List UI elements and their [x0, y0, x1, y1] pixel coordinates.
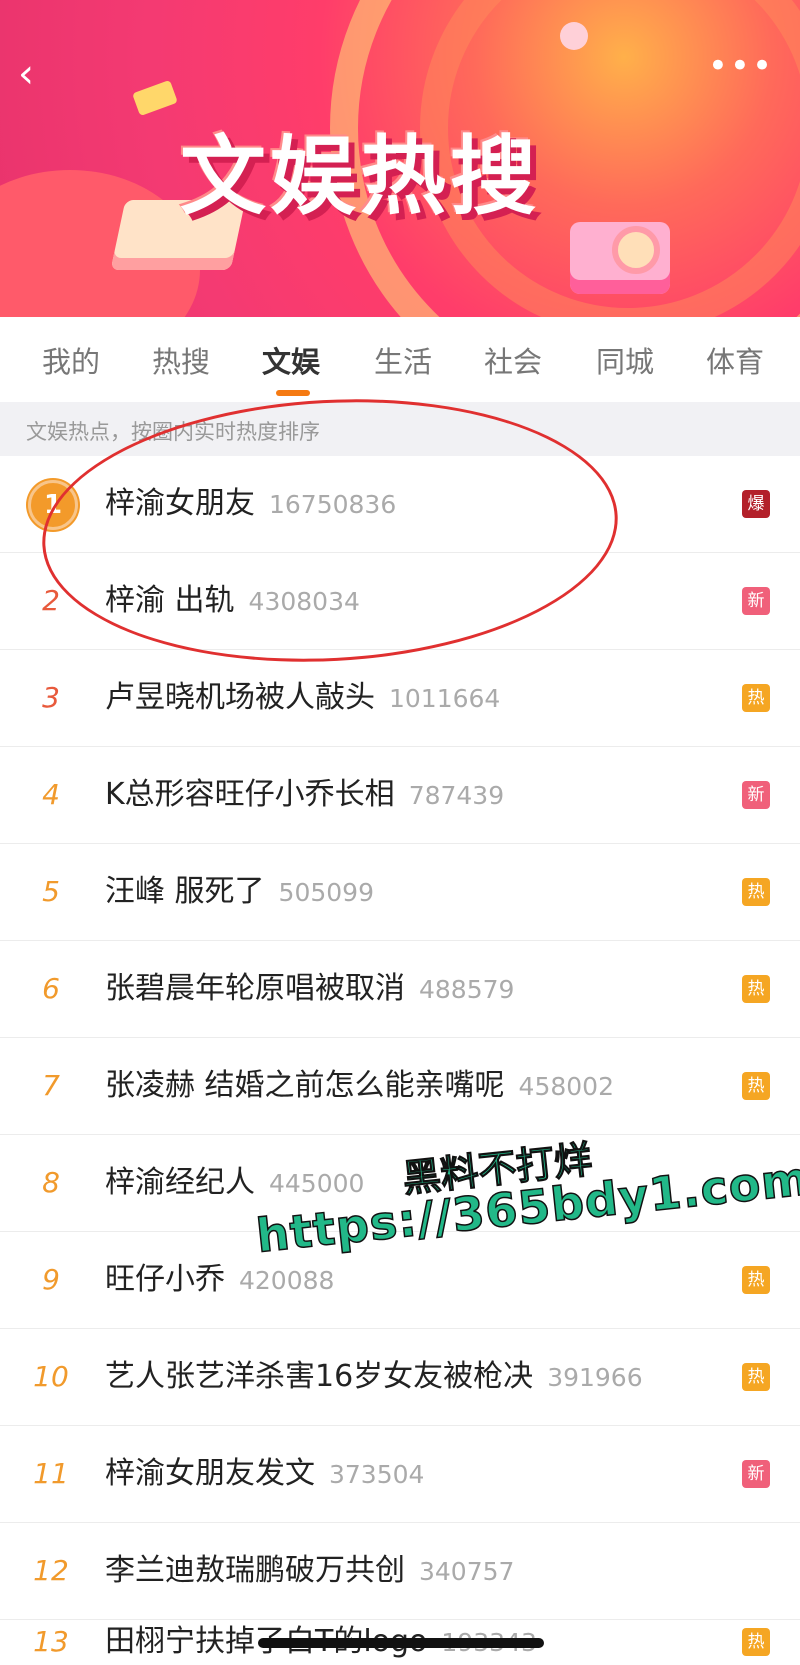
status-badge: 新	[742, 1460, 770, 1488]
list-item[interactable]: 12 李兰迪敖瑞鹏破万共创 340757	[0, 1523, 800, 1620]
status-badge: 热	[742, 684, 770, 712]
camera-lens-icon	[612, 226, 660, 274]
list-item[interactable]: 11 梓渝女朋友发文 373504 新	[0, 1426, 800, 1523]
tab-life[interactable]: 生活	[374, 339, 432, 381]
rank-number: 8	[42, 1166, 60, 1199]
tab-bar: 我的 热搜 文娱 生活 社会 同城 体育	[0, 317, 800, 401]
list-item[interactable]: 1 梓渝女朋友 16750836 爆	[0, 456, 800, 553]
rank-number: 3	[42, 681, 60, 714]
heat-count: 340757	[419, 1557, 515, 1586]
tab-society[interactable]: 社会	[484, 339, 542, 381]
topic-title: 张碧晨年轮原唱被取消	[105, 971, 405, 1006]
status-badge: 热	[742, 975, 770, 1003]
topic-title: 汪峰 服死了	[105, 874, 265, 909]
status-badge: 新	[742, 781, 770, 809]
back-icon[interactable]: ‹	[18, 52, 58, 96]
rank-number: 7	[42, 1069, 60, 1102]
rank-number: 5	[42, 875, 60, 908]
list-item[interactable]: 7 张凌赫 结婚之前怎么能亲嘴呢 458002 热	[0, 1038, 800, 1135]
status-badge: 热	[742, 1628, 770, 1656]
heat-count: 420088	[239, 1266, 335, 1295]
rank-medal-icon: 1	[28, 480, 78, 530]
topic-title: 张凌赫 结婚之前怎么能亲嘴呢	[105, 1068, 505, 1103]
rank-number: 4	[42, 778, 60, 811]
topic-title: 梓渝女朋友	[105, 486, 255, 521]
rank-number: 11	[33, 1457, 69, 1490]
status-badge: 热	[742, 878, 770, 906]
list-description: 文娱热点，按圈内实时热度排序	[0, 402, 800, 456]
topic-title: 艺人张艺洋杀害16岁女友被枪决	[105, 1359, 534, 1394]
list-item[interactable]: 6 张碧晨年轮原唱被取消 488579 热	[0, 941, 800, 1038]
header-banner: ‹ ••• 文娱热搜	[0, 0, 800, 317]
list-item[interactable]: 5 汪峰 服死了 505099 热	[0, 844, 800, 941]
rank-number: 6	[42, 972, 60, 1005]
topic-title: 梓渝经纪人	[105, 1165, 255, 1200]
status-badge: 热	[742, 1363, 770, 1391]
rank-number: 2	[42, 584, 60, 617]
tab-mine[interactable]: 我的	[42, 339, 100, 381]
heat-count: 16750836	[269, 490, 397, 519]
rank-number: 10	[33, 1360, 69, 1393]
heat-count: 373504	[329, 1460, 425, 1489]
topic-title: K总形容旺仔小乔长相	[105, 777, 395, 812]
heat-count: 4308034	[248, 587, 360, 616]
topic-title: 梓渝 出轨	[105, 583, 235, 618]
status-badge: 新	[742, 587, 770, 615]
tab-entertainment[interactable]: 文娱	[262, 339, 320, 381]
list-item[interactable]: 10 艺人张艺洋杀害16岁女友被枪决 391966 热	[0, 1329, 800, 1426]
topic-title: 旺仔小乔	[105, 1262, 225, 1297]
heat-count: 488579	[419, 975, 515, 1004]
heat-count: 787439	[408, 781, 505, 810]
list-item[interactable]: 4 K总形容旺仔小乔长相 787439 新	[0, 747, 800, 844]
status-badge: 热	[742, 1266, 770, 1294]
rank-number: 12	[33, 1554, 69, 1587]
banner-decoration	[132, 79, 178, 117]
home-indicator[interactable]	[258, 1638, 544, 1648]
banner-decoration	[560, 22, 588, 50]
topic-title: 梓渝女朋友发文	[105, 1456, 315, 1491]
list-description-text: 文娱热点，按圈内实时热度排序	[26, 420, 320, 444]
active-tab-indicator	[276, 390, 310, 396]
topic-title: 卢昱晓机场被人敲头	[105, 680, 375, 715]
status-badge: 爆	[742, 490, 770, 518]
rank-number: 13	[33, 1625, 69, 1658]
list-item[interactable]: 2 梓渝 出轨 4308034 新	[0, 553, 800, 650]
heat-count: 445000	[269, 1169, 365, 1198]
tab-local[interactable]: 同城	[596, 339, 654, 381]
heat-count: 391966	[547, 1363, 643, 1392]
tab-sports[interactable]: 体育	[706, 339, 764, 381]
status-badge: 热	[742, 1072, 770, 1100]
rank-number: 9	[42, 1263, 60, 1296]
heat-count: 505099	[278, 878, 374, 907]
page-title: 文娱热搜	[180, 127, 540, 227]
rank-number: 1	[0, 456, 102, 552]
more-icon[interactable]: •••	[708, 49, 774, 83]
heat-count: 458002	[518, 1072, 614, 1101]
list-item[interactable]: 3 卢昱晓机场被人敲头 1011664 热	[0, 650, 800, 747]
tab-hot-search[interactable]: 热搜	[152, 339, 210, 381]
heat-count: 1011664	[389, 684, 501, 713]
topic-title: 李兰迪敖瑞鹏破万共创	[105, 1553, 405, 1588]
